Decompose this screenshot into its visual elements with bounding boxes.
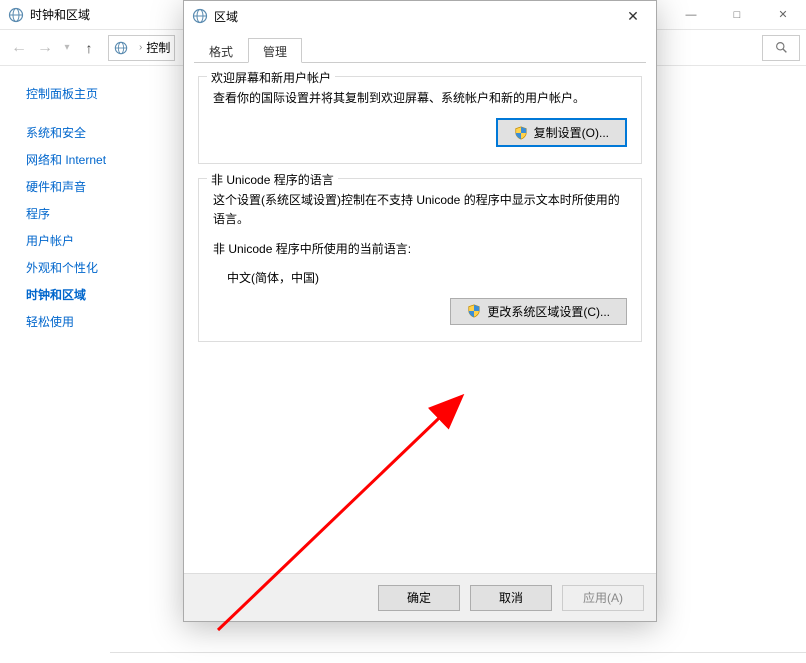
group-title: 非 Unicode 程序的语言 [207, 171, 338, 188]
current-language-value: 中文(简体，中国) [227, 269, 627, 288]
dialog-tabstrip: 格式 管理 [194, 37, 646, 63]
group-description: 查看你的国际设置并将其复制到欢迎屏幕、系统帐户和新的用户帐户。 [213, 89, 627, 108]
copy-settings-button-label: 复制设置(O)... [534, 124, 609, 141]
back-button[interactable]: ← [6, 35, 32, 61]
sidebar-item-clock-region[interactable]: 时钟和区域 [26, 281, 180, 308]
window-controls: — □ ✕ [668, 0, 806, 30]
region-dialog: 区域 ✕ 格式 管理 欢迎屏幕和新用户帐户 查看你的国际设置并将其复制到欢迎屏幕… [183, 0, 657, 622]
group-non-unicode-language: 非 Unicode 程序的语言 这个设置(系统区域设置)控制在不支持 Unico… [198, 178, 642, 342]
dialog-close-button[interactable]: ✕ [610, 1, 656, 31]
tab-formats[interactable]: 格式 [194, 38, 248, 63]
sidebar: 控制面板主页 系统和安全 网络和 Internet 硬件和声音 程序 用户帐户 … [0, 66, 180, 657]
parent-footer-divider [110, 652, 806, 663]
parent-window-title: 时钟和区域 [30, 6, 90, 23]
search-icon [775, 41, 788, 54]
cancel-button[interactable]: 取消 [470, 585, 552, 611]
group-description: 这个设置(系统区域设置)控制在不支持 Unicode 的程序中显示文本时所使用的… [213, 191, 627, 229]
chevron-right-icon: › [139, 42, 142, 53]
shield-icon [514, 126, 528, 140]
up-button[interactable]: ↑ [76, 35, 102, 61]
group-welcome-new-user: 欢迎屏幕和新用户帐户 查看你的国际设置并将其复制到欢迎屏幕、系统帐户和新的用户帐… [198, 76, 642, 164]
history-dropdown-icon[interactable]: ▾ [58, 35, 76, 61]
sidebar-item-hardware-sound[interactable]: 硬件和声音 [26, 173, 180, 200]
sidebar-item-appearance[interactable]: 外观和个性化 [26, 254, 180, 281]
sidebar-item-system-security[interactable]: 系统和安全 [26, 119, 180, 146]
globe-icon [113, 40, 129, 56]
shield-icon [467, 304, 481, 318]
dialog-titlebar[interactable]: 区域 ✕ [184, 1, 656, 31]
group-title: 欢迎屏幕和新用户帐户 [207, 69, 335, 86]
copy-settings-button[interactable]: 复制设置(O)... [496, 118, 627, 147]
ok-button[interactable]: 确定 [378, 585, 460, 611]
sidebar-item-user-accounts[interactable]: 用户帐户 [26, 227, 180, 254]
sidebar-item-programs[interactable]: 程序 [26, 200, 180, 227]
dialog-footer: 确定 取消 应用(A) [184, 573, 656, 621]
globe-icon [8, 7, 24, 23]
current-language-label: 非 Unicode 程序中所使用的当前语言: [213, 240, 627, 259]
sidebar-item-ease-of-access[interactable]: 轻松使用 [26, 308, 180, 335]
control-panel-home-link[interactable]: 控制面板主页 [26, 80, 180, 107]
tab-administrative[interactable]: 管理 [248, 38, 302, 63]
dialog-title: 区域 [214, 8, 238, 25]
address-bar[interactable]: › 控制 [108, 35, 175, 61]
forward-button[interactable]: → [32, 35, 58, 61]
change-system-locale-button[interactable]: 更改系统区域设置(C)... [450, 298, 627, 325]
close-button[interactable]: ✕ [760, 0, 806, 30]
dialog-body: 欢迎屏幕和新用户帐户 查看你的国际设置并将其复制到欢迎屏幕、系统帐户和新的用户帐… [194, 62, 646, 573]
sidebar-item-network-internet[interactable]: 网络和 Internet [26, 146, 180, 173]
globe-icon [192, 8, 208, 24]
breadcrumb-item[interactable]: 控制 [146, 39, 170, 56]
apply-button[interactable]: 应用(A) [562, 585, 644, 611]
maximize-button[interactable]: □ [714, 0, 760, 30]
change-system-locale-button-label: 更改系统区域设置(C)... [487, 303, 610, 320]
minimize-button[interactable]: — [668, 0, 714, 30]
search-button[interactable] [762, 35, 800, 61]
